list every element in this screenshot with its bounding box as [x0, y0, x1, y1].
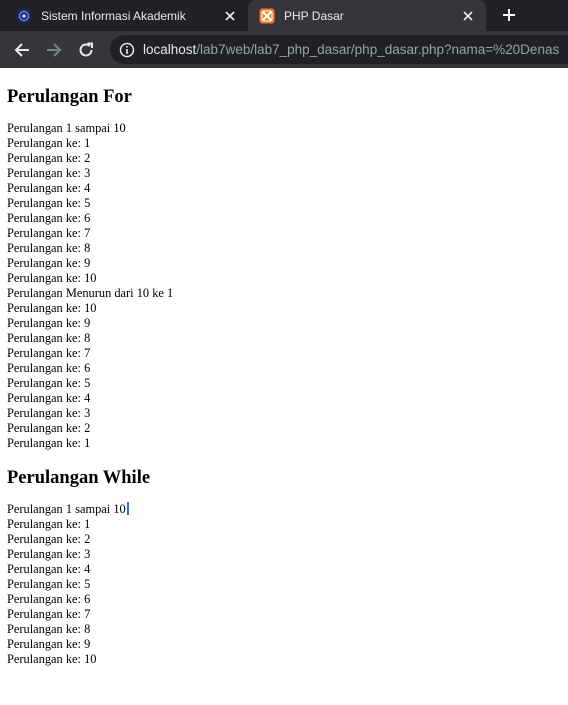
output-line: Perulangan ke: 1 — [7, 136, 561, 151]
forward-button[interactable] — [43, 39, 65, 61]
tab-sistem-informasi-akademik[interactable]: Sistem Informasi Akademik — [0, 0, 248, 31]
output-line-text: Perulangan ke: 1 — [7, 436, 91, 450]
output-line: Perulangan ke: 8 — [7, 331, 561, 346]
output-line-text: Perulangan ke: 10 — [7, 652, 97, 666]
output-line: Perulangan ke: 1 — [7, 517, 561, 532]
browser-chrome: Sistem Informasi Akademik PHP Dasar loca… — [0, 0, 568, 68]
output-line-text: Perulangan ke: 10 — [7, 301, 97, 315]
output-line: Perulangan ke: 8 — [7, 241, 561, 256]
output-line-text: Perulangan ke: 6 — [7, 211, 91, 225]
output-line: Perulangan ke: 5 — [7, 196, 561, 211]
output-line-text: Perulangan ke: 3 — [7, 547, 91, 561]
output-line-text: Perulangan ke: 1 — [7, 517, 91, 531]
output-line-text: Perulangan ke: 5 — [7, 376, 91, 390]
url-text: localhost/lab7web/lab7_php_dasar/php_das… — [143, 42, 559, 57]
back-button[interactable] — [11, 39, 33, 61]
output-line: Perulangan ke: 1 — [7, 436, 561, 451]
output-line: Perulangan Menurun dari 10 ke 1 — [7, 286, 561, 301]
output-line: Perulangan ke: 6 — [7, 361, 561, 376]
while-loop-heading: Perulangan While — [7, 468, 151, 488]
output-line: Perulangan ke: 9 — [7, 316, 561, 331]
output-line: Perulangan ke: 3 — [7, 166, 561, 181]
output-line: Perulangan ke: 2 — [7, 421, 561, 436]
output-line-text: Perulangan ke: 4 — [7, 562, 91, 576]
output-line-text: Perulangan ke: 4 — [7, 391, 91, 405]
output-line: Perulangan ke: 2 — [7, 532, 561, 547]
output-line: Perulangan ke: 4 — [7, 181, 561, 196]
output-line-text: Perulangan ke: 8 — [7, 241, 91, 255]
tab-php-dasar[interactable]: PHP Dasar — [248, 0, 486, 31]
arrow-left-icon — [14, 43, 29, 57]
output-line: Perulangan ke: 2 — [7, 151, 561, 166]
output-line: Perulangan ke: 7 — [7, 226, 561, 241]
for-loop-output: Perulangan 1 sampai 10 Perulangan ke: 1 Pe… — [7, 121, 561, 451]
output-line: Perulangan ke: 5 — [7, 577, 561, 592]
output-line-text: Perulangan ke: 6 — [7, 592, 91, 606]
output-line: Perulangan ke: 3 — [7, 547, 561, 562]
new-tab-button[interactable] — [498, 4, 520, 26]
output-line: Perulangan ke: 7 — [7, 607, 561, 622]
output-line-text: Perulangan ke: 5 — [7, 196, 91, 210]
output-line: Perulangan ke: 8 — [7, 622, 561, 637]
text-cursor — [126, 502, 129, 515]
browser-toolbar: localhost/lab7web/lab7_php_dasar/php_das… — [0, 31, 568, 68]
address-bar[interactable]: localhost/lab7web/lab7_php_dasar/php_das… — [110, 35, 568, 64]
output-line-text: Perulangan ke: 3 — [7, 166, 91, 180]
output-line: Perulangan ke: 9 — [7, 637, 561, 652]
output-line-text: Perulangan ke: 3 — [7, 406, 91, 420]
output-line: Perulangan ke: 6 — [7, 592, 561, 607]
output-line-text: Perulangan ke: 4 — [7, 181, 91, 195]
while-loop-output: Perulangan 1 sampai 10 Perulangan ke: 1 Pe… — [7, 502, 561, 667]
info-icon[interactable] — [119, 42, 135, 58]
output-line-text: Perulangan ke: 1 — [7, 136, 91, 150]
output-line: Perulangan ke: 4 — [7, 562, 561, 577]
output-line-text: Perulangan Menurun dari 10 ke 1 — [7, 286, 174, 300]
output-line-text: Perulangan ke: 2 — [7, 421, 91, 435]
output-line: Perulangan ke: 10 — [7, 301, 561, 316]
output-line-text: Perulangan ke: 7 — [7, 226, 91, 240]
output-line-text: Perulangan ke: 7 — [7, 607, 91, 621]
url-path: /lab7web/lab7_php_dasar/php_dasar.php?na… — [196, 42, 560, 57]
url-host: localhost — [143, 42, 197, 57]
for-loop-heading: Perulangan For — [7, 87, 132, 107]
output-line: Perulangan 1 sampai 10 — [7, 502, 561, 517]
tab-strip: Sistem Informasi Akademik PHP Dasar — [0, 0, 568, 31]
output-line-text: Perulangan ke: 8 — [7, 331, 91, 345]
output-line: Perulangan ke: 3 — [7, 406, 561, 421]
output-line-text: Perulangan ke: 8 — [7, 622, 91, 636]
output-line: Perulangan ke: 9 — [7, 256, 561, 271]
arrow-right-icon — [47, 43, 62, 57]
university-logo-icon — [16, 8, 32, 24]
close-tab-icon[interactable] — [460, 8, 476, 24]
page-content: Perulangan For Perulangan 1 sampai 10 Per… — [0, 86, 568, 667]
tab-title: PHP Dasar — [284, 8, 344, 23]
output-line: Perulangan ke: 5 — [7, 376, 561, 391]
output-line: Perulangan ke: 4 — [7, 391, 561, 406]
output-line-text: Perulangan ke: 2 — [7, 151, 91, 165]
output-line-text: Perulangan ke: 6 — [7, 361, 91, 375]
output-line: Perulangan ke: 10 — [7, 271, 561, 286]
output-line-text: Perulangan ke: 9 — [7, 637, 91, 651]
output-line-text: Perulangan 1 sampai 10 — [7, 502, 126, 516]
output-line-text: Perulangan ke: 5 — [7, 577, 91, 591]
output-line-text: Perulangan 1 sampai 10 — [7, 121, 126, 135]
output-line: Perulangan ke: 6 — [7, 211, 561, 226]
output-line-text: Perulangan ke: 10 — [7, 271, 97, 285]
plus-icon — [503, 9, 515, 21]
output-line-text: Perulangan ke: 7 — [7, 346, 91, 360]
output-line: Perulangan 1 sampai 10 — [7, 121, 561, 136]
reload-button[interactable] — [75, 39, 97, 61]
output-line-text: Perulangan ke: 9 — [7, 316, 91, 330]
output-line: Perulangan ke: 7 — [7, 346, 561, 361]
output-line-text: Perulangan ke: 2 — [7, 532, 91, 546]
close-tab-icon[interactable] — [222, 8, 238, 24]
tab-title: Sistem Informasi Akademik — [41, 8, 186, 23]
xampp-icon — [259, 8, 275, 24]
reload-icon — [79, 42, 93, 57]
output-line: Perulangan ke: 10 — [7, 652, 561, 667]
output-line-text: Perulangan ke: 9 — [7, 256, 91, 270]
